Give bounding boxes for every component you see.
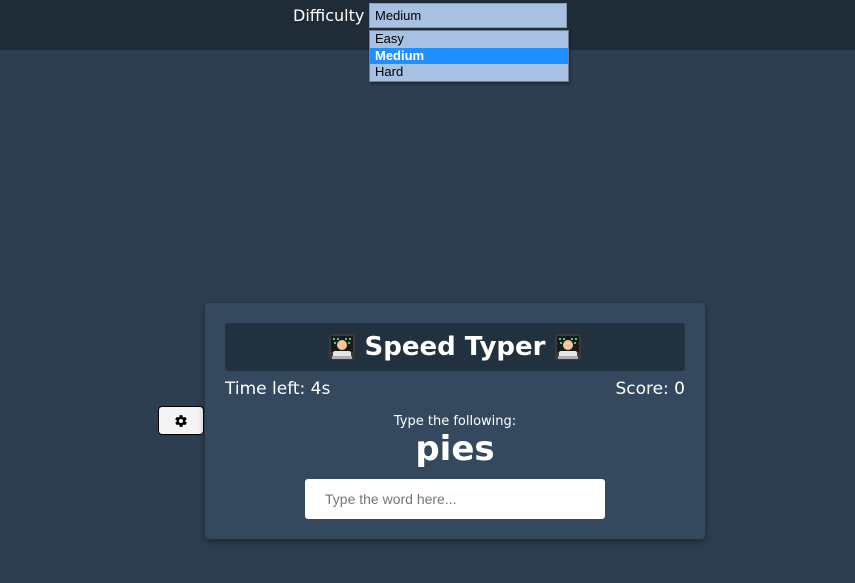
difficulty-option-hard[interactable]: Hard [370, 64, 568, 81]
difficulty-option-easy[interactable]: Easy [370, 31, 568, 48]
difficulty-select[interactable]: Medium [369, 3, 567, 28]
technologist-right-icon [555, 334, 582, 360]
game-title: Speed Typer [364, 332, 546, 362]
time-left: Time left: 4s [225, 379, 331, 399]
difficulty-option-medium[interactable]: Medium [370, 47, 568, 64]
settings-toggle-button[interactable] [158, 406, 204, 435]
word-input[interactable] [305, 479, 605, 519]
title-bar: Speed Typer [225, 323, 685, 371]
difficulty-label: Difficulty [293, 6, 365, 25]
target-word: pies [415, 429, 495, 469]
technologist-left-icon [328, 334, 355, 360]
difficulty-dropdown-list: Easy Medium Hard [369, 30, 569, 82]
prompt-text: Type the following: [393, 414, 517, 429]
gear-icon [175, 414, 187, 427]
game-card: Speed Typer Time left: 4s Score: 0 Type … [205, 303, 705, 539]
score: Score: 0 [615, 379, 685, 399]
